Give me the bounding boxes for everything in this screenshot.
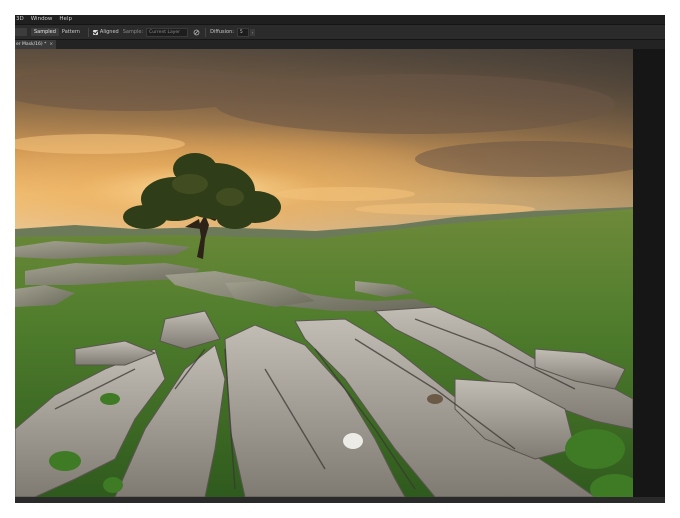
aligned-label: Aligned xyxy=(99,29,119,35)
sample-select[interactable]: Current Layer xyxy=(146,27,189,37)
menu-3d[interactable]: 3D xyxy=(16,15,24,24)
options-bar: Sampled Pattern Aligned Sample: Current … xyxy=(15,24,665,40)
canvas-pasteboard xyxy=(633,49,665,497)
diffusion-field[interactable]: 5 xyxy=(236,27,249,37)
pattern-toggle[interactable]: Pattern xyxy=(59,28,83,36)
divider xyxy=(205,27,207,37)
tool-preset-button[interactable] xyxy=(15,28,27,36)
menu-help[interactable]: Help xyxy=(59,15,72,24)
sampled-toggle[interactable]: Sampled xyxy=(31,28,59,36)
photoshop-window: 3D Window Help Sampled Pattern Aligned S… xyxy=(15,15,665,503)
aligned-checkbox[interactable] xyxy=(92,29,98,35)
sample-label: Sample: xyxy=(122,29,144,35)
document-tab-bar: er Mask/16) * × xyxy=(15,40,665,49)
divider xyxy=(87,27,89,37)
landscape-photo xyxy=(15,49,633,497)
close-icon[interactable]: × xyxy=(49,40,53,49)
ignore-adjustment-icon[interactable] xyxy=(193,29,200,36)
document-tab-title: er Mask/16) * xyxy=(16,42,47,47)
document-tab[interactable]: er Mask/16) * × xyxy=(15,40,57,49)
document-canvas[interactable] xyxy=(15,49,665,497)
menu-bar: 3D Window Help xyxy=(15,15,665,24)
menu-window[interactable]: Window xyxy=(31,15,53,24)
diffusion-stepper-icon[interactable]: › xyxy=(249,28,255,36)
diffusion-label: Diffusion: xyxy=(210,29,234,35)
status-bar xyxy=(15,497,665,503)
